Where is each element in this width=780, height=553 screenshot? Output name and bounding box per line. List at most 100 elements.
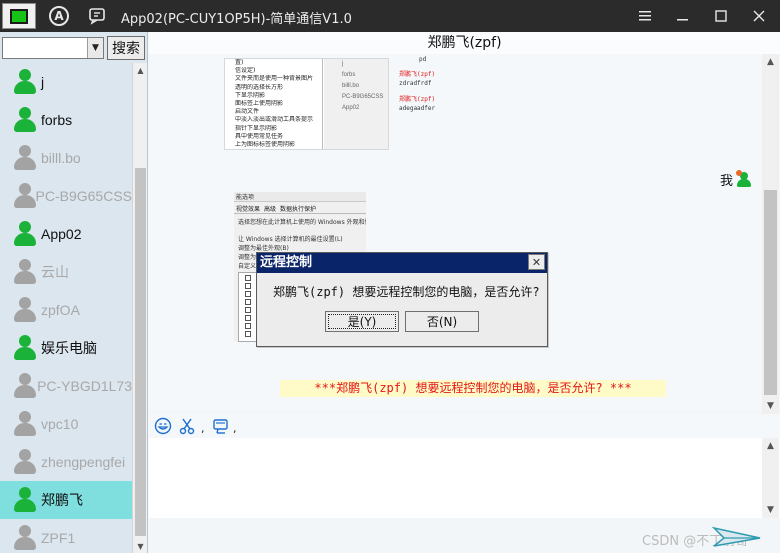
search-button[interactable]: 搜索 [107, 36, 145, 60]
message-input[interactable] [149, 438, 780, 518]
contact-item[interactable]: vpc10 [0, 405, 132, 443]
remote-request-notice: ***郑鹏飞(zpf) 想要远程控制您的电脑，是否允许? *** [280, 380, 666, 397]
user-avatar-icon [13, 335, 37, 361]
chevron-down-icon[interactable]: ▼ [87, 38, 103, 58]
chat-icon[interactable] [80, 3, 114, 29]
message-area: 置) 信设定) 文件夹而是使用一种背景图片 透明的选择长方形 下显示阴影 面标签上使用阴影… [149, 54, 761, 410]
me-label: 我 [720, 174, 734, 189]
contact-item[interactable]: PC-B9G65CSS [0, 177, 132, 215]
input-scrollbar[interactable]: ▲ ▼ [762, 438, 779, 518]
message-scrollbar[interactable]: ▲ ▼ [762, 54, 779, 414]
toolbar-separator: , [233, 422, 237, 435]
user-avatar-icon [13, 449, 37, 475]
screenshot-tab: 数据执行保护 [280, 206, 317, 213]
me-avatar-icon [736, 170, 752, 188]
contact-list: j forbs billl.bo PC-B9G65CSS App02 云山 zpfOA 娱乐电… [0, 63, 132, 553]
screenshot-menu-line: 下显示阴影 [235, 91, 266, 99]
contact-name: PC-B9G65CSS [35, 188, 132, 204]
screenshot-side-text: pd 郑鹏飞(zpf) zdradfrdf 郑鹏飞(zpf) adegaadfer [389, 54, 464, 126]
screenshot-menu-line: 指针下显示阴影 [235, 124, 278, 132]
screenshot-option-line: 选择您想在此计算机上使用的 Windows 外观和性能设 [238, 219, 366, 226]
maximize-icon[interactable] [710, 6, 732, 26]
user-avatar-icon [13, 221, 37, 247]
contact-name: 娱乐电脑 [41, 340, 97, 356]
screenshot-contact-pane: j forbs billl.bo PC-B9G65CSS App02 [324, 59, 388, 149]
screenshot-side-line: adegaadfer [399, 104, 436, 112]
user-avatar-icon [13, 525, 37, 551]
toolbar-separator: , [201, 422, 205, 435]
dialog-title-bar: 远程控制 ✕ [257, 253, 547, 273]
user-avatar-icon [13, 183, 36, 209]
yes-button[interactable]: 是(Y) [325, 311, 399, 332]
scissors-icon[interactable] [177, 417, 197, 435]
send-icon[interactable] [711, 524, 762, 552]
screen-capture-icon[interactable] [211, 417, 231, 435]
dialog-message: 郑鹏飞(zpf) 想要远程控制您的电脑，是否允许? [273, 285, 540, 299]
screenshot-menu-line: 置) [235, 59, 244, 66]
input-toolbar: , , [149, 414, 780, 438]
contact-item[interactable]: 郑鹏飞 [0, 481, 132, 519]
screenshot-menu-line: 上为图标标签使用阴影 [235, 141, 296, 149]
screenshot-menu-line: 面标签上使用阴影 [235, 100, 284, 108]
contact-name: 云山 [41, 264, 69, 280]
screenshot-menu-pane: 置) 信设定) 文件夹而是使用一种背景图片 透明的选择长方形 下显示阴影 面标签上使用阴影… [225, 59, 323, 149]
scroll-down-icon[interactable]: ▼ [762, 502, 779, 518]
screenshot-tab: 高级 [264, 206, 277, 213]
no-button[interactable]: 否(N) [405, 311, 479, 332]
screenshot-menu-line: 文件夹而是使用一种背景图片 [235, 75, 314, 83]
emoji-icon[interactable] [153, 417, 173, 435]
screenshot-tab: 视觉效果 [236, 206, 261, 213]
close-icon[interactable] [748, 6, 770, 26]
contact-item[interactable]: zhengpengfei [0, 443, 132, 481]
contact-item[interactable]: PC-YBGD1L73 [0, 367, 132, 405]
contact-name: j [41, 74, 45, 90]
contact-item[interactable]: forbs [0, 101, 132, 139]
contact-item[interactable]: 娱乐电脑 [0, 329, 132, 367]
title-bar: A App02(PC-CUY1OP5H)-简单通信V1.0 [0, 0, 780, 32]
contact-name: zpfOA [41, 302, 80, 318]
search-input[interactable]: ▼ [2, 37, 104, 59]
screenshot-side-line: pd [419, 56, 427, 63]
user-avatar-icon [13, 107, 37, 133]
contact-item[interactable]: zpfOA [0, 291, 132, 329]
contact-item[interactable]: billl.bo [0, 139, 132, 177]
contact-list-scrollbar[interactable]: ▲ ▼ [132, 63, 147, 553]
screenshot-image-1[interactable]: 置) 信设定) 文件夹而是使用一种背景图片 透明的选择长方形 下显示阴影 面标签上使用阴影… [224, 58, 389, 150]
screenshot-menu-line: 信设定) [235, 67, 256, 75]
window-title: App02(PC-CUY1OP5H)-简单通信V1.0 [121, 12, 352, 27]
contact-item[interactable]: ZPF1 [0, 519, 132, 553]
scroll-down-icon[interactable]: ▼ [762, 398, 779, 414]
scroll-down-icon[interactable]: ▼ [133, 539, 148, 553]
a-circle-icon[interactable]: A [42, 3, 76, 29]
app-window: A App02(PC-CUY1OP5H)-简单通信V1.0 ▼ 搜索 j forb… [0, 0, 780, 553]
scroll-up-icon[interactable]: ▲ [762, 438, 779, 454]
screenshot-side-line: zdradfrdf [399, 80, 432, 88]
screenshot-caption: 能选项 [234, 192, 366, 202]
scroll-up-icon[interactable]: ▲ [762, 54, 779, 70]
contact-name: App02 [41, 226, 82, 242]
contact-name: 郑鹏飞 [41, 492, 83, 508]
user-avatar-icon [13, 69, 37, 95]
screenshot-menu-line: 中淡入淡出或滑动工具条提示 [235, 116, 314, 124]
monitor-icon[interactable] [2, 3, 36, 29]
close-icon[interactable]: ✕ [528, 254, 545, 270]
minimize-icon[interactable] [672, 6, 694, 26]
screenshot-list-line: j [342, 61, 344, 67]
contact-panel: ▼ 搜索 j forbs billl.bo PC-B9G65CSS App02 云山 zpf… [0, 32, 148, 553]
screenshot-list-line: PC-B9G65CSS [342, 94, 384, 100]
scroll-thumb[interactable] [135, 168, 146, 536]
screenshot-side-line: 郑鹏飞(zpf) [399, 71, 436, 79]
user-avatar-icon [13, 487, 37, 513]
screenshot-option-line: 让 Windows 选择计算机的最佳设置(L) [238, 236, 343, 243]
screenshot-list-line: billl.bo [342, 83, 360, 89]
user-avatar-icon [13, 259, 37, 285]
screenshot-menu-line: 启动文件 [235, 108, 260, 116]
menu-icon[interactable] [634, 6, 656, 26]
screenshot-side-line: 郑鹏飞(zpf) [399, 95, 436, 103]
contact-item[interactable]: 云山 [0, 253, 132, 291]
contact-item[interactable]: j [0, 63, 132, 101]
contact-item[interactable]: App02 [0, 215, 132, 253]
remote-control-dialog: 远程控制 ✕ 郑鹏飞(zpf) 想要远程控制您的电脑，是否允许? 是(Y) 否(… [256, 252, 548, 347]
scroll-thumb[interactable] [764, 190, 777, 395]
scroll-up-icon[interactable]: ▲ [133, 63, 148, 77]
